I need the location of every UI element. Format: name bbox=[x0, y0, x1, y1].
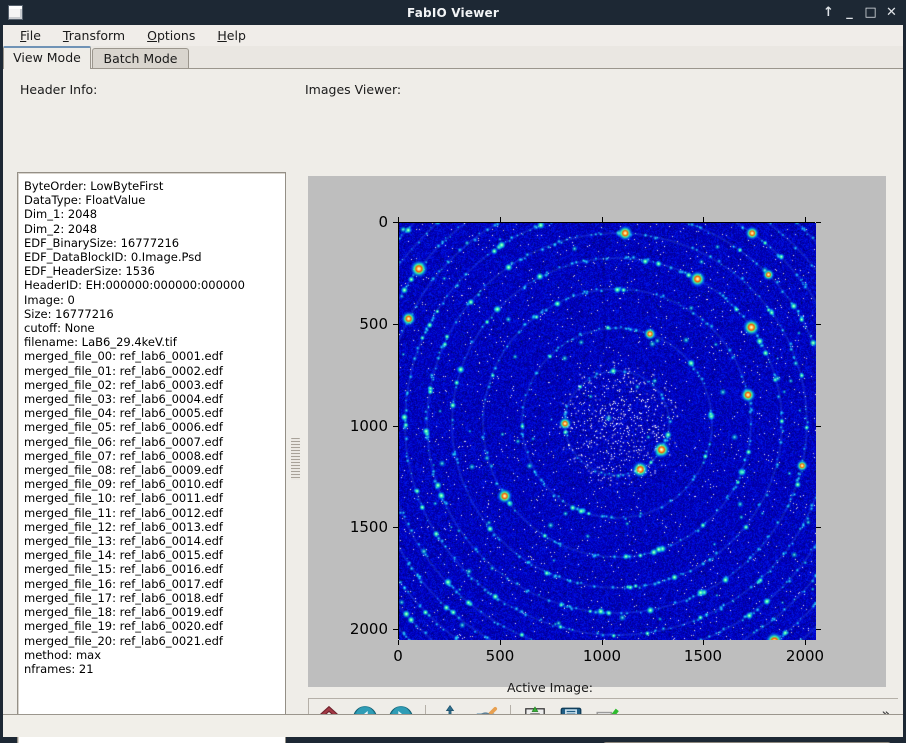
menu-options[interactable]: Options bbox=[136, 26, 206, 46]
menu-bar: File Transform Options Help bbox=[3, 25, 903, 46]
tick-mark bbox=[398, 640, 399, 645]
xtick-0: 0 bbox=[366, 647, 430, 665]
menu-file[interactable]: File bbox=[9, 26, 52, 46]
close-button[interactable]: ✕ bbox=[883, 3, 900, 22]
tab-batch-mode[interactable]: Batch Mode bbox=[92, 48, 189, 68]
header-info-label: Header Info: bbox=[20, 82, 97, 97]
status-bar bbox=[3, 714, 903, 737]
window-title: FabIO Viewer bbox=[0, 6, 906, 20]
tick-mark bbox=[398, 217, 399, 222]
raise-window-button[interactable]: ↑ bbox=[820, 3, 837, 22]
ytick-1500: 1500 bbox=[326, 518, 388, 536]
tick-mark bbox=[393, 324, 398, 325]
xtick-500: 500 bbox=[468, 647, 532, 665]
fabio-viewer-window: FabIO Viewer ↑ _ □ ✕ File Transform Opti… bbox=[0, 0, 906, 743]
tick-mark bbox=[816, 629, 821, 630]
tick-mark bbox=[816, 324, 821, 325]
ytick-500: 500 bbox=[326, 315, 388, 333]
tick-mark bbox=[393, 222, 398, 223]
window-icon[interactable] bbox=[8, 5, 23, 20]
tick-mark bbox=[816, 527, 821, 528]
maximize-button[interactable]: □ bbox=[862, 3, 879, 22]
tick-mark bbox=[805, 640, 806, 645]
ytick-1000: 1000 bbox=[326, 417, 388, 435]
tick-mark bbox=[393, 629, 398, 630]
tick-mark bbox=[393, 527, 398, 528]
header-info-text: ByteOrder: LowByteFirst DataType: FloatV… bbox=[24, 179, 279, 676]
menu-help[interactable]: Help bbox=[206, 26, 257, 46]
images-viewer-label: Images Viewer: bbox=[305, 82, 401, 97]
tick-mark bbox=[602, 640, 603, 645]
tick-mark bbox=[602, 217, 603, 222]
header-info-box[interactable]: ByteOrder: LowByteFirst DataType: FloatV… bbox=[17, 172, 286, 743]
view-mode-pane: Header Info: ByteOrder: LowByteFirst Dat… bbox=[3, 68, 903, 714]
title-bar[interactable]: FabIO Viewer ↑ _ □ ✕ bbox=[0, 0, 906, 25]
xtick-1500: 1500 bbox=[671, 647, 735, 665]
figure-canvas[interactable]: 0 500 1000 1500 2000 0 500 1000 1500 200… bbox=[308, 176, 886, 687]
tick-mark bbox=[816, 426, 821, 427]
splitter-handle[interactable] bbox=[291, 438, 300, 480]
tick-mark bbox=[500, 217, 501, 222]
tab-bar: View Mode Batch Mode bbox=[3, 46, 903, 68]
window-controls: ↑ _ □ ✕ bbox=[820, 0, 900, 25]
tick-mark bbox=[816, 222, 821, 223]
xtick-1000: 1000 bbox=[570, 647, 634, 665]
plot-area[interactable] bbox=[398, 222, 815, 639]
tick-mark bbox=[500, 640, 501, 645]
tab-view-mode[interactable]: View Mode bbox=[3, 46, 91, 69]
tick-mark bbox=[393, 426, 398, 427]
ytick-0: 0 bbox=[326, 213, 388, 231]
menu-transform[interactable]: Transform bbox=[52, 26, 136, 46]
tick-mark bbox=[805, 217, 806, 222]
diffraction-image[interactable] bbox=[399, 223, 816, 640]
tick-mark bbox=[703, 217, 704, 222]
tick-mark bbox=[703, 640, 704, 645]
active-image-label: Active Image: bbox=[507, 680, 593, 695]
minimize-button[interactable]: _ bbox=[841, 3, 858, 22]
xtick-2000: 2000 bbox=[773, 647, 837, 665]
ytick-2000: 2000 bbox=[326, 620, 388, 638]
